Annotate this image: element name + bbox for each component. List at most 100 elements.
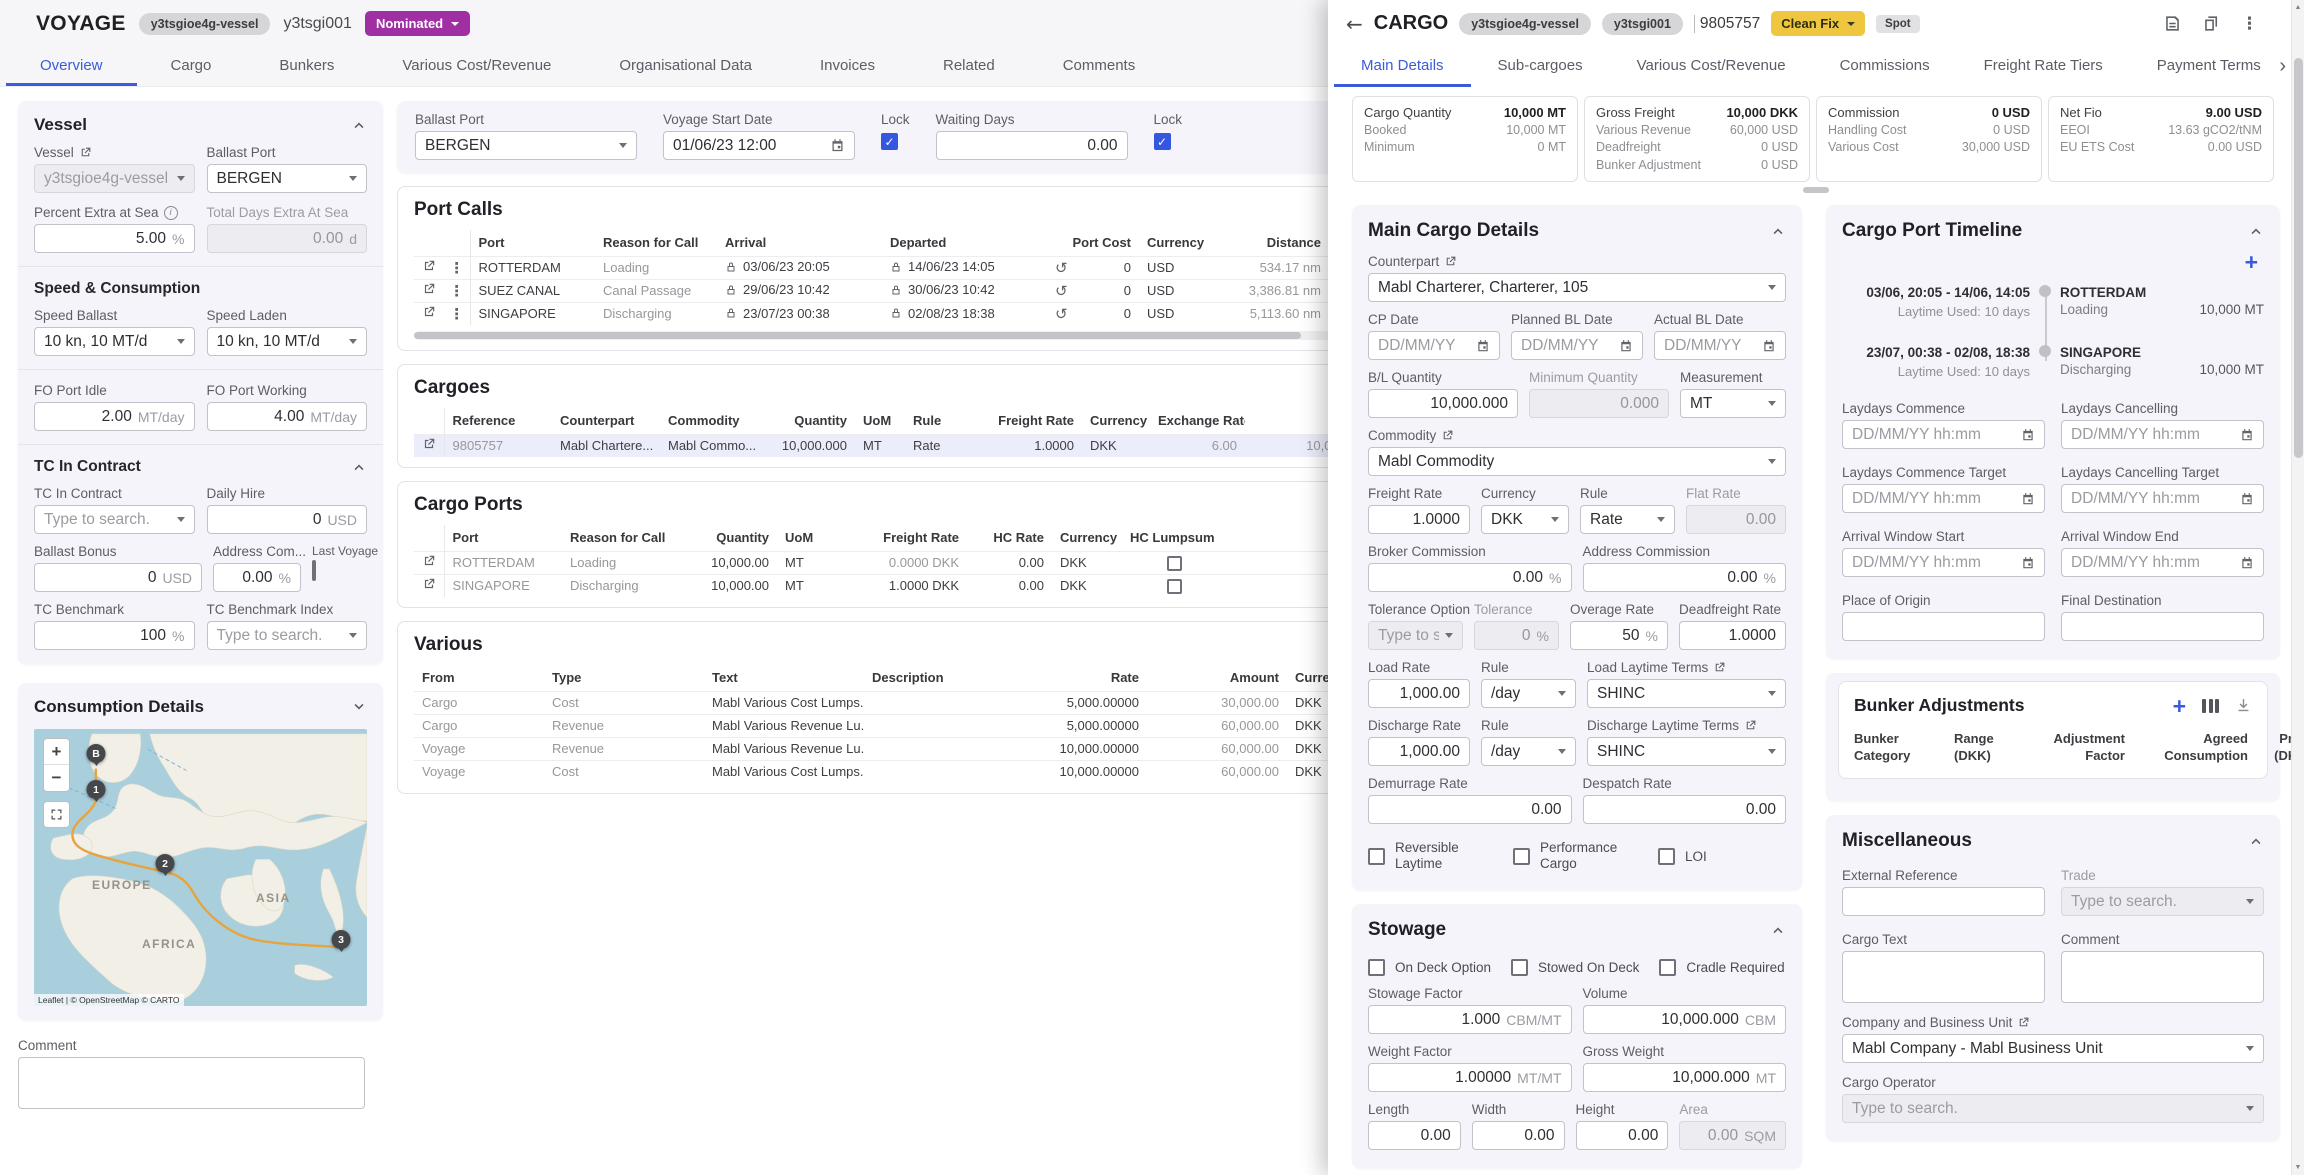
place-of-origin-input[interactable] [1842, 612, 2045, 641]
external-link-icon[interactable] [422, 437, 436, 451]
laydays-commence-input[interactable]: DD/MM/YY hh:mm [1842, 420, 2045, 449]
broker-commission-input[interactable]: 0.00% [1368, 563, 1572, 592]
despatch-rate-input[interactable]: 0.00 [1583, 795, 1787, 824]
voyage-map[interactable]: EUROPE ASIA AFRICA B 1 2 3 + − Leaflet |… [34, 729, 367, 1006]
voyage-start-date-input[interactable]: 01/06/23 12:00 [663, 131, 855, 160]
length-input[interactable]: 0.00 [1368, 1121, 1461, 1150]
address-commission-input[interactable]: 0.00% [213, 563, 301, 592]
map-marker-1[interactable]: 1 [87, 780, 106, 799]
stowed-on-deck-checkbox[interactable] [1511, 959, 1528, 976]
port-call-row[interactable]: ⋮ SINGAPORE Discharging 23/07/23 00:38 0… [414, 302, 1336, 325]
last-voyage-checkbox[interactable] [312, 560, 316, 581]
scroll-down-icon[interactable]: ▼ [2292, 1164, 2304, 1171]
calendar-icon[interactable] [2240, 492, 2254, 506]
tab-related[interactable]: Related [909, 47, 1029, 86]
external-link-icon[interactable] [1444, 255, 1457, 268]
laydays-commence-target-input[interactable]: DD/MM/YY hh:mm [1842, 484, 2045, 513]
discharge-rule-select[interactable]: /day [1481, 737, 1576, 766]
calendar-icon[interactable] [2021, 492, 2035, 506]
calendar-icon[interactable] [2240, 556, 2254, 570]
hc-lumpsum-checkbox[interactable] [1167, 556, 1182, 571]
height-input[interactable]: 0.00 [1576, 1121, 1669, 1150]
history-icon[interactable]: ↺ [1055, 282, 1068, 300]
planned-bl-date-input[interactable]: DD/MM/YY [1511, 331, 1643, 360]
performance-cargo-checkbox[interactable] [1513, 848, 1530, 865]
arrival-window-start-input[interactable]: DD/MM/YY hh:mm [1842, 548, 2045, 577]
demurrage-rate-input[interactable]: 0.00 [1368, 795, 1572, 824]
map-marker-ballast[interactable]: B [87, 744, 106, 763]
external-link-icon[interactable] [1441, 429, 1454, 442]
calendar-icon[interactable] [1619, 339, 1633, 353]
gross-weight-input[interactable]: 10,000.000MT [1583, 1063, 1787, 1092]
cradle-required-checkbox[interactable] [1659, 959, 1676, 976]
tab-various-cost-revenue[interactable]: Various Cost/Revenue [1610, 47, 1813, 87]
kebab-icon[interactable]: ⋮ [444, 256, 470, 279]
rule-select[interactable]: Rate [1580, 505, 1675, 534]
external-link-icon[interactable] [422, 554, 436, 568]
counterpart-select[interactable]: Mabl Charterer, Charterer, 105 [1368, 273, 1786, 302]
load-rate-input[interactable]: 1,000.00 [1368, 679, 1470, 708]
reversible-laytime-checkbox[interactable] [1368, 848, 1385, 865]
external-link-icon[interactable] [2017, 1016, 2030, 1029]
voyage-comment-textarea[interactable] [18, 1057, 365, 1109]
collapse-icon[interactable] [1770, 922, 1786, 938]
tab-main-details[interactable]: Main Details [1334, 47, 1471, 87]
discharge-rate-input[interactable]: 1,000.00 [1368, 737, 1470, 766]
external-link-icon[interactable] [422, 259, 436, 273]
map-marker-3[interactable]: 3 [332, 930, 351, 949]
measurement-select[interactable]: MT [1680, 389, 1786, 418]
external-reference-input[interactable] [1842, 887, 2045, 916]
cargo-port-row[interactable]: ROTTERDAM Loading 10,000.00 MT 0.0000 DK… [414, 551, 1336, 574]
fo-port-idle-input[interactable]: 2.00MT/day [34, 402, 195, 431]
calendar-icon[interactable] [1762, 339, 1776, 353]
collapse-icon[interactable] [1770, 223, 1786, 239]
tc-benchmark-index-select[interactable]: Type to search. [207, 621, 368, 650]
company-select[interactable]: Mabl Company - Mabl Business Unit [1842, 1034, 2264, 1063]
columns-icon[interactable] [2202, 699, 2219, 713]
port-call-row[interactable]: ⋮ ROTTERDAM Loading 03/06/23 20:05 14/06… [414, 256, 1336, 279]
waiting-days-input[interactable]: 0.00 [936, 131, 1128, 160]
more-tabs-icon[interactable]: › [2279, 55, 2286, 78]
collapse-icon[interactable] [2248, 223, 2264, 239]
external-link-icon[interactable] [79, 146, 92, 159]
kebab-icon[interactable]: ⋮ [2241, 14, 2258, 34]
bl-quantity-input[interactable]: 10,000.000 [1368, 389, 1518, 418]
external-link-icon[interactable] [1713, 661, 1726, 674]
calendar-icon[interactable] [1476, 339, 1490, 353]
various-row[interactable]: Cargo Cost Mabl Various Cost Lumps... 5,… [414, 691, 1336, 714]
tab-commissions[interactable]: Commissions [1813, 47, 1957, 87]
timeline-entry[interactable]: 03/06, 20:05 - 14/06, 14:05Laytime Used:… [1842, 283, 2264, 321]
fix-status-badge[interactable]: Clean Fix [1771, 11, 1865, 36]
tc-benchmark-input[interactable]: 100% [34, 621, 195, 650]
load-laytime-select[interactable]: SHINC [1587, 679, 1786, 708]
commodity-select[interactable]: Mabl Commodity [1368, 447, 1786, 476]
address-commission-input[interactable]: 0.00% [1583, 563, 1787, 592]
weight-factor-input[interactable]: 1.00000MT/MT [1368, 1063, 1572, 1092]
add-bunker-button[interactable]: + [2173, 696, 2186, 716]
tab-various-cost-revenue[interactable]: Various Cost/Revenue [368, 47, 585, 86]
speed-ballast-select[interactable]: 10 kn, 10 MT/d [34, 327, 195, 356]
external-link-icon[interactable] [1744, 719, 1757, 732]
zoom-out-button[interactable]: − [44, 765, 69, 791]
load-rule-select[interactable]: /day [1481, 679, 1576, 708]
copy-icon[interactable] [2202, 14, 2221, 33]
tab-overview[interactable]: Overview [6, 47, 137, 86]
scrollbar-thumb[interactable] [2294, 58, 2303, 458]
various-row[interactable]: Voyage Revenue Mabl Various Revenue Lu..… [414, 737, 1336, 760]
external-link-icon[interactable] [422, 577, 436, 591]
tab-freight-rate-tiers[interactable]: Freight Rate Tiers [1957, 47, 2130, 87]
cargo-comment-textarea[interactable] [2061, 951, 2264, 1003]
tab-bunkers[interactable]: Bunkers [245, 47, 368, 86]
hc-lumpsum-checkbox[interactable] [1167, 579, 1182, 594]
kebab-icon[interactable]: ⋮ [444, 302, 470, 325]
freight-rate-input[interactable]: 1.0000 [1368, 505, 1470, 534]
calendar-icon[interactable] [2240, 428, 2254, 442]
deadfreight-rate-input[interactable]: 1.0000 [1679, 621, 1786, 650]
daily-hire-input[interactable]: 0USD [207, 505, 368, 534]
calendar-icon[interactable] [2021, 556, 2035, 570]
timeline-entry[interactable]: 23/07, 00:38 - 02/08, 18:38Laytime Used:… [1842, 343, 2264, 381]
currency-select[interactable]: DKK [1481, 505, 1569, 534]
topbar-ballast-port-select[interactable]: BERGEN [415, 131, 637, 160]
tab-organisational-data[interactable]: Organisational Data [585, 47, 786, 86]
tab-comments[interactable]: Comments [1029, 47, 1170, 86]
